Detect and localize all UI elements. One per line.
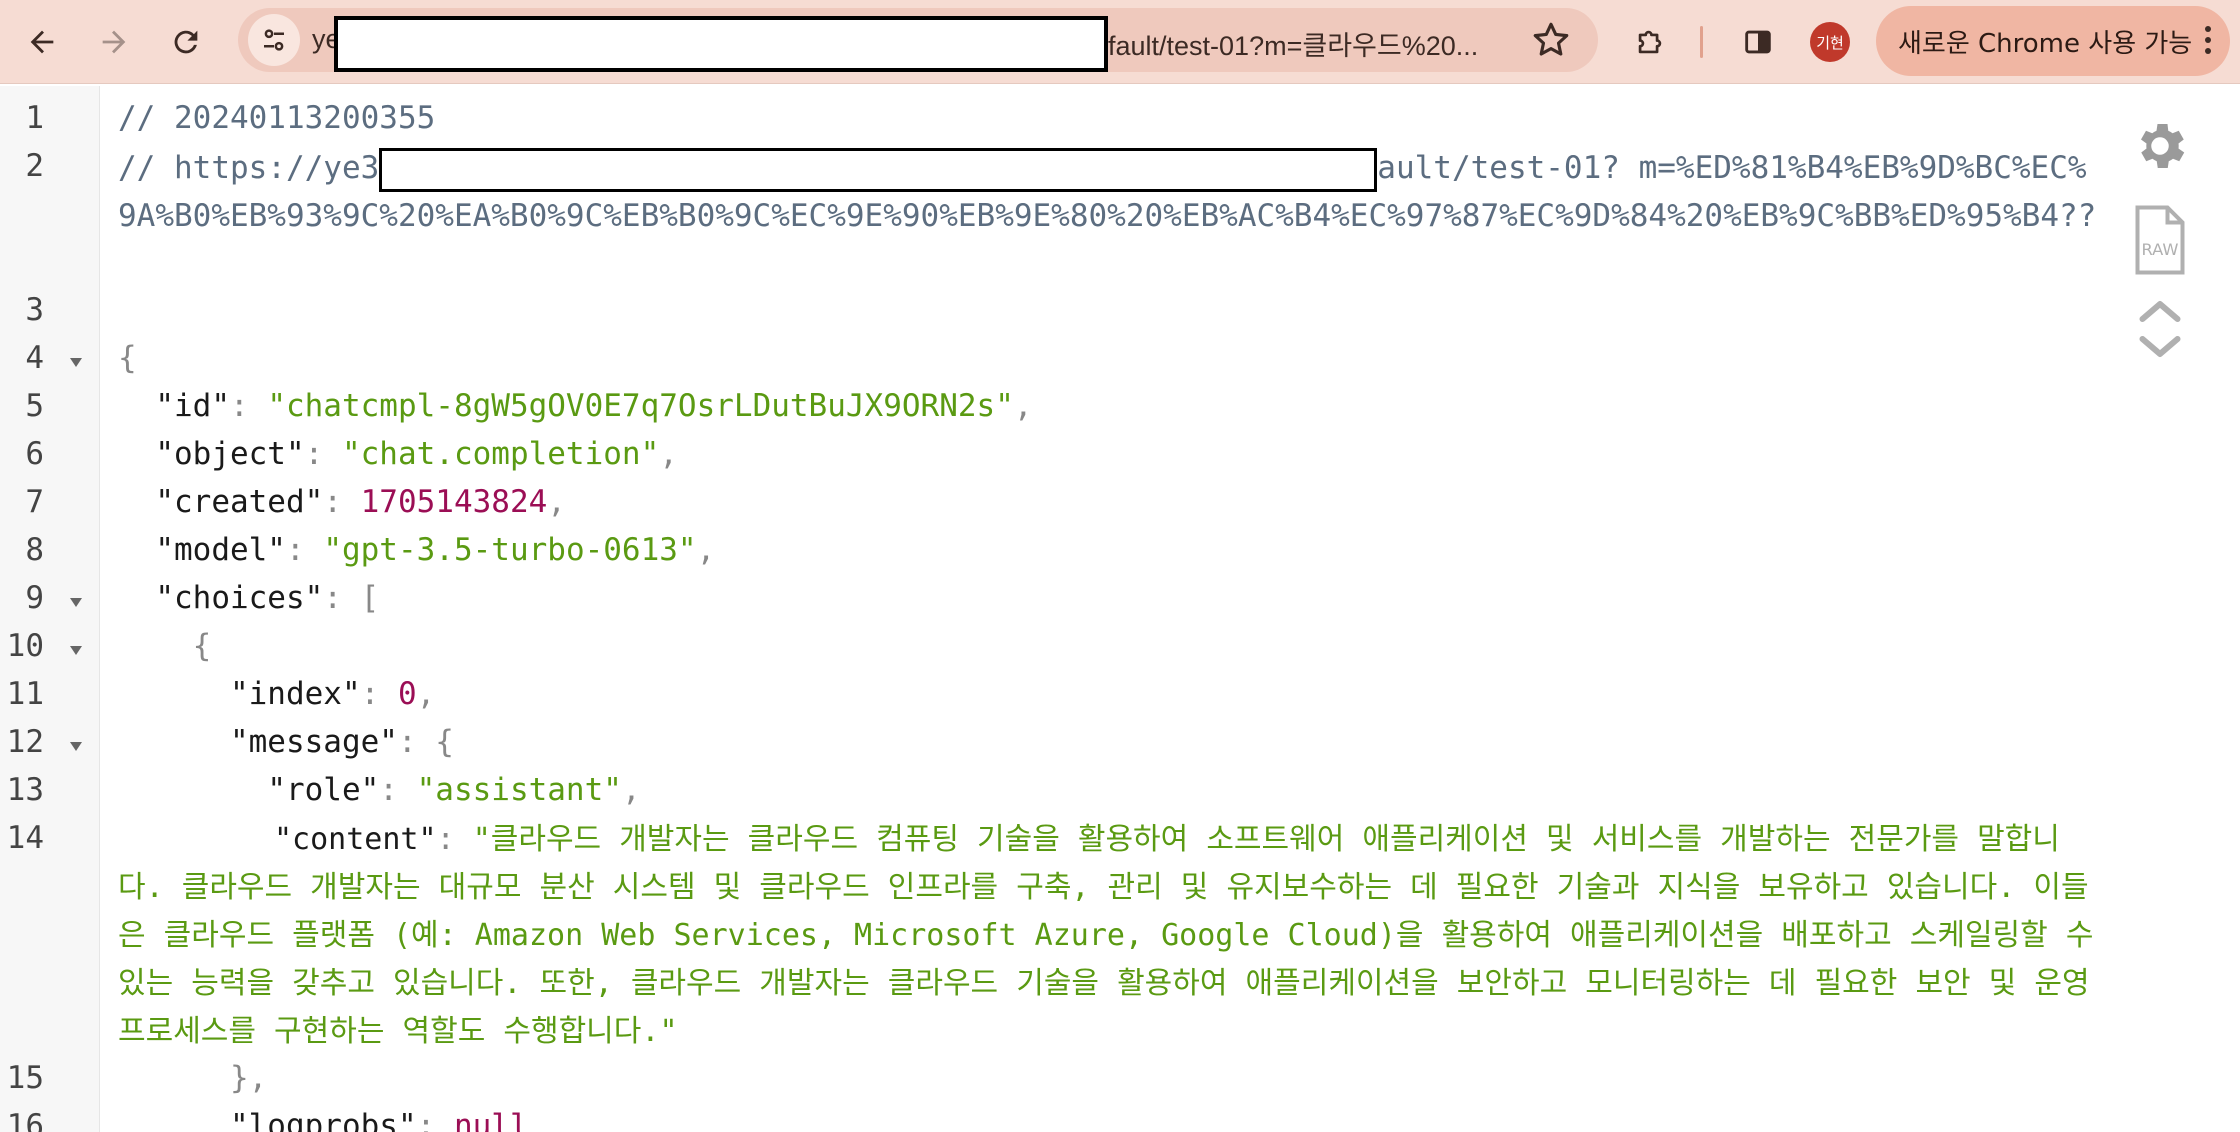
line-number: 12: [6, 724, 44, 760]
json-key: "object": [155, 436, 305, 472]
redaction-box: [379, 147, 1378, 192]
json-row-choices: "choices": [: [155, 580, 380, 616]
redaction-box: [334, 16, 1108, 72]
line-number: 1: [25, 100, 44, 136]
fold-toggle-icon[interactable]: [68, 596, 84, 608]
comment-url-prefix: // https://ye3: [118, 150, 380, 186]
line-number: 13: [6, 772, 44, 808]
puzzle-icon: [1638, 30, 1662, 54]
json-key: "id": [155, 388, 230, 424]
chevrons-icon[interactable]: [2130, 296, 2190, 362]
json-row-object: "object": "chat.completion",: [155, 436, 678, 472]
forward-button[interactable]: [86, 14, 142, 70]
line-number: 6: [25, 436, 44, 472]
line-number: 7: [25, 484, 44, 520]
line-number: 2: [25, 148, 44, 184]
json-row-created: "created": 1705143824,: [155, 484, 566, 520]
side-panel-icon: [1745, 30, 1771, 54]
comment-timestamp: // 20240113200355: [118, 100, 436, 136]
arrow-left-icon: [30, 30, 54, 54]
json-value: 0: [397, 676, 417, 712]
browser-toolbar: ye fault/test-01?m=클라우드%20... 기현 새로운 Chr…: [0, 0, 2240, 84]
json-value: "gpt-3.5-turbo-0613": [323, 532, 697, 568]
line-number: 8: [25, 532, 44, 568]
arrow-right-icon: [102, 30, 126, 54]
side-panel-button[interactable]: [1730, 14, 1786, 70]
reload-icon: [174, 30, 198, 54]
json-viewer: 1 2 3 4 5 6 7 8 9 10 11 12 13 14 15 16 /…: [0, 86, 2240, 1132]
json-key: "logprobs": [229, 1108, 417, 1132]
json-value: "chatcmpl-8gW5gOV0E7q7OsrLDutBuJX9ORN2s": [267, 388, 1014, 424]
line-number: 11: [6, 676, 44, 712]
tune-icon: [264, 29, 284, 51]
svg-text:RAW: RAW: [2142, 240, 2179, 259]
raw-file-icon[interactable]: RAW: [2130, 204, 2190, 276]
site-info-button[interactable]: [248, 14, 300, 66]
comment-url: // https://ye3 ault/test-01? m=%ED%81%B4%…: [118, 144, 2098, 240]
chrome-update-label: 새로운 Chrome 사용 가능: [1898, 28, 2193, 59]
json-key: "role": [267, 772, 380, 808]
json-open-brace: {: [118, 340, 137, 376]
line-number: 14: [6, 820, 44, 856]
json-value: null: [453, 1108, 529, 1132]
url-suffix: fault/test-01?m=클라우드%20...: [1108, 31, 1479, 61]
line-number: 4: [25, 340, 44, 376]
fold-toggle-icon[interactable]: [68, 644, 84, 656]
json-row-index: "index": 0,: [229, 676, 436, 712]
line-number: 3: [25, 292, 44, 328]
line-number: 10: [6, 628, 44, 664]
star-icon[interactable]: [1530, 19, 1572, 61]
json-key: "index": [229, 676, 361, 712]
reload-button[interactable]: [158, 14, 214, 70]
json-row-message: "message": {: [229, 724, 454, 760]
json-key: "content": [274, 822, 437, 857]
line-number: 5: [25, 388, 44, 424]
json-key: "model": [155, 532, 286, 568]
back-button[interactable]: [14, 14, 70, 70]
json-value: 1705143824: [360, 484, 548, 520]
json-key: "message": [229, 724, 398, 760]
extensions-button[interactable]: [1622, 14, 1678, 70]
json-value: "assistant": [416, 772, 622, 808]
json-key: "created": [155, 484, 324, 520]
json-row-content: "content": "클라우드 개발자는 클라우드 컴퓨팅 기술을 활용하여 …: [118, 822, 2094, 1049]
chrome-update-button[interactable]: 새로운 Chrome 사용 가능: [1876, 6, 2230, 76]
line-number: 15: [6, 1060, 44, 1096]
fold-toggle-icon[interactable]: [68, 740, 84, 752]
gear-icon[interactable]: [2130, 116, 2190, 176]
profile-avatar[interactable]: 기현: [1810, 22, 1850, 62]
json-row-logprobs: "logprobs": null: [118, 1108, 529, 1132]
address-bar[interactable]: ye fault/test-01?m=클라우드%20...: [238, 8, 1598, 72]
toolbar-divider: [1700, 26, 1703, 58]
json-row-choice-open: {: [192, 628, 212, 664]
fold-toggle-icon[interactable]: [68, 356, 84, 368]
line-number: 9: [25, 580, 44, 616]
line-number: 16: [6, 1108, 44, 1132]
json-row-model: "model": "gpt-3.5-turbo-0613",: [155, 532, 716, 568]
json-row-id: "id": "chatcmpl-8gW5gOV0E7q7OsrLDutBuJX9…: [155, 388, 1033, 424]
json-row-message-close: },: [229, 1060, 268, 1096]
menu-icon: [2204, 26, 2212, 58]
json-key: "choices": [155, 580, 324, 616]
json-row-role: "role": "assistant",: [267, 772, 641, 808]
json-value: "chat.completion": [341, 436, 660, 472]
comment-url-suffix: ault/test-01?: [1377, 150, 1620, 186]
